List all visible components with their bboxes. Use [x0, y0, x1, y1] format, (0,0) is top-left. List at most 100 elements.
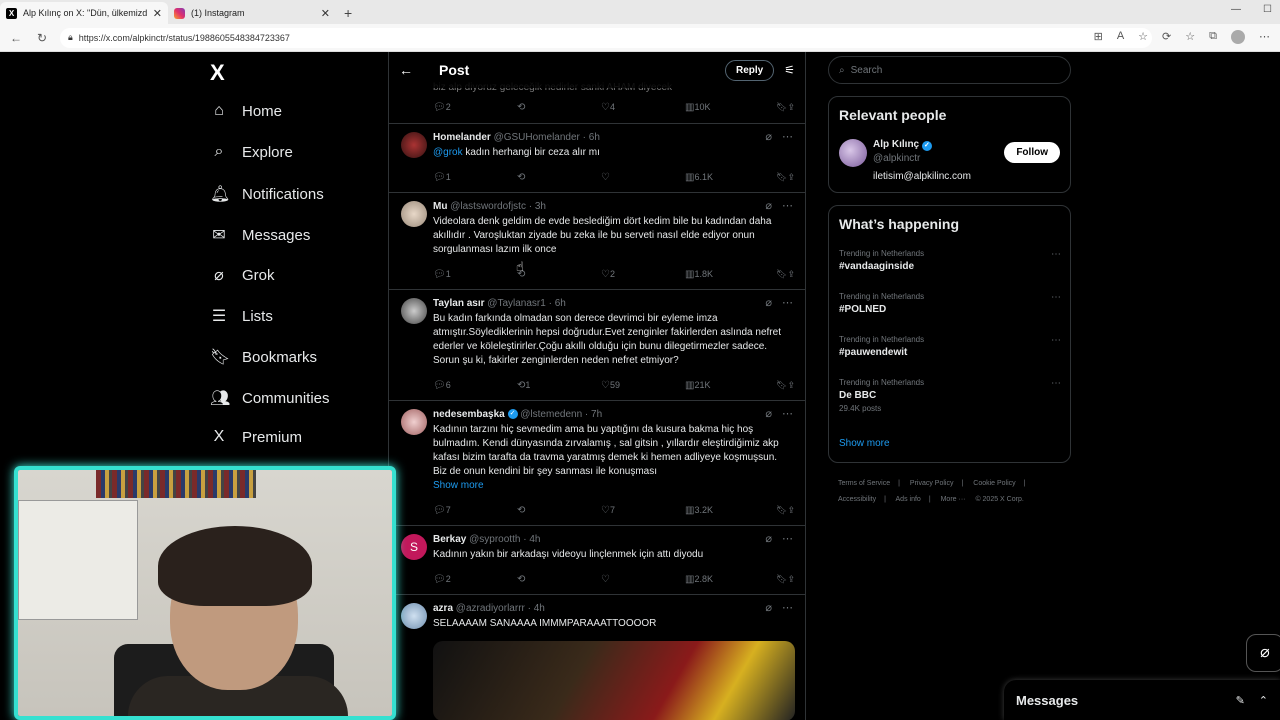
more-icon[interactable]: ⋯ — [1051, 292, 1061, 303]
repost-action[interactable]: ⟲ — [517, 172, 601, 183]
menu-icon[interactable]: ⋯ — [1259, 30, 1270, 44]
like-action[interactable]: ♡59 — [601, 380, 685, 391]
sidebar-item-home[interactable]: ⌂ Home — [210, 102, 282, 120]
sidebar-item-communities[interactable]: 👥︎ Communities — [210, 388, 330, 408]
profile-avatar[interactable] — [1231, 30, 1245, 44]
footer-link[interactable]: Accessibility — [838, 496, 876, 503]
sidebar-item-notifications[interactable]: 🔔︎ Notifications — [210, 184, 324, 204]
grok-icon[interactable]: ⌀ — [765, 199, 772, 212]
avatar[interactable] — [401, 132, 427, 158]
grok-icon[interactable]: ⌀ — [765, 407, 772, 420]
maximize-icon[interactable]: ☐ — [1263, 4, 1272, 15]
close-icon[interactable]: ✕ — [153, 7, 162, 20]
back-arrow-icon[interactable]: ← — [399, 62, 429, 78]
more-icon[interactable]: ⋯ — [1051, 249, 1061, 260]
sidebar-item-lists[interactable]: ☰ Lists — [210, 306, 273, 326]
sidebar-item-messages[interactable]: ✉ Messages — [210, 225, 310, 245]
sidebar-item-bookmarks[interactable]: 🔖︎ Bookmarks — [210, 347, 317, 367]
views-action[interactable]: ▥21K — [685, 380, 769, 391]
back-icon[interactable]: ← — [8, 31, 24, 45]
tweet[interactable]: Taylan asır @Taylanasr1 · 6h ⌀ ⋯ Bu kadın… — [389, 290, 805, 401]
trend-item[interactable]: Trending in Netherlands #vandaaginside ⋯ — [839, 249, 1061, 272]
tweet[interactable]: Mu @lastswordofjstc · 3h ⌀ ⋯ Videolara de… — [389, 193, 805, 290]
footer-link[interactable]: More ··· — [941, 496, 966, 503]
extensions-icon[interactable]: ⟳ — [1162, 30, 1171, 44]
sidebar-item-grok[interactable]: ⌀ Grok — [210, 265, 274, 285]
views-action[interactable]: ▥3.2K — [685, 505, 769, 516]
bookmark-icon[interactable]: 🔖︎ — [776, 172, 787, 183]
reply-action[interactable]: 💬︎6 — [433, 380, 517, 391]
grok-icon[interactable]: ⌀ — [765, 532, 772, 545]
repost-action[interactable]: ⟲ — [517, 505, 601, 516]
tweet-media-image[interactable] — [433, 641, 795, 720]
bookmark-icon[interactable]: 🔖︎ — [776, 380, 787, 391]
footer-link[interactable]: Cookie Policy — [973, 480, 1015, 487]
refresh-icon[interactable]: ↻ — [34, 31, 50, 45]
more-icon[interactable]: ⋯ — [1051, 335, 1061, 346]
favorite-icon[interactable]: ☆ — [1138, 30, 1148, 44]
share-icon[interactable]: ⇪ — [787, 505, 795, 516]
bookmark-icon[interactable]: 🔖︎ — [776, 505, 787, 516]
grok-icon[interactable]: ⌀ — [765, 601, 772, 614]
tweet[interactable]: nedesembaşka ✓ @lstemedenn · 7h ⌀ ⋯ Kadın… — [389, 401, 805, 526]
more-icon[interactable]: ⋯ — [782, 199, 793, 212]
share-icon[interactable]: ⇪ — [787, 102, 795, 113]
like-action[interactable]: ♡ — [601, 172, 685, 183]
collections-icon[interactable]: ⧉ — [1209, 30, 1217, 44]
show-more-link[interactable]: Show more — [839, 438, 890, 449]
url-field[interactable]: 🔒︎ https://x.com/alpkinctr/status/198860… — [60, 27, 1152, 48]
more-icon[interactable]: ⋯ — [782, 296, 793, 309]
tweet[interactable]: Homelander @GSUHomelander · 6h ⌀ ⋯ @grok … — [389, 124, 805, 193]
favorites-bar-icon[interactable]: ☆ — [1185, 30, 1195, 44]
grok-fab-icon[interactable]: ⌀ — [1246, 634, 1280, 672]
browser-tab-instagram[interactable]: (1) Instagram ✕ — [168, 2, 336, 24]
read-aloud-icon[interactable]: A — [1117, 30, 1124, 44]
avatar[interactable] — [401, 201, 427, 227]
reply-action[interactable]: 💬︎1 — [433, 172, 517, 183]
footer-link[interactable]: Ads info — [896, 496, 921, 503]
repost-action[interactable]: ⟲1 — [517, 380, 601, 391]
more-icon[interactable]: ⋯ — [782, 601, 793, 614]
repost-action[interactable]: ⟲ — [517, 269, 601, 280]
more-icon[interactable]: ⋯ — [782, 407, 793, 420]
more-icon[interactable]: ⋯ — [782, 532, 793, 545]
x-logo-icon[interactable]: X — [210, 60, 225, 86]
avatar[interactable] — [401, 298, 427, 324]
follow-button[interactable]: Follow — [1004, 142, 1060, 163]
share-icon[interactable]: ⇪ — [787, 380, 795, 391]
views-action[interactable]: ▥6.1K — [685, 172, 769, 183]
grok-icon[interactable]: ⌀ — [765, 296, 772, 309]
views-action[interactable]: ▥2.8K — [685, 574, 769, 585]
close-icon[interactable]: ✕ — [321, 7, 330, 20]
tweet[interactable]: azra @azradiyorlarrr · 4h ⌀ ⋯ SELAAAAM SA… — [389, 595, 805, 720]
reply-action[interactable]: 💬︎1 — [433, 269, 517, 280]
profile-name[interactable]: Alp Kılınç ✓ — [873, 139, 932, 151]
more-icon[interactable]: ⋯ — [782, 130, 793, 143]
grok-icon[interactable]: ⌀ — [765, 130, 772, 143]
share-icon[interactable]: ⇪ — [787, 269, 795, 280]
messages-dock[interactable]: Messages ✎ ⌃ — [1004, 680, 1280, 720]
sidebar-item-premium[interactable]: X Premium — [210, 428, 302, 446]
avatar[interactable]: S — [401, 534, 427, 560]
bookmark-icon[interactable]: 🔖︎ — [776, 269, 787, 280]
reply-action[interactable]: 💬︎7 — [433, 505, 517, 516]
reply-action[interactable]: 💬︎2 — [433, 574, 517, 585]
avatar[interactable] — [401, 409, 427, 435]
avatar[interactable] — [839, 139, 867, 167]
expand-icon[interactable]: ⌃ — [1259, 694, 1268, 707]
bookmark-icon[interactable]: 🔖︎ — [776, 574, 787, 585]
repost-action[interactable]: ⟲ — [517, 102, 601, 113]
like-action[interactable]: ♡4 — [601, 102, 685, 113]
browser-tab-x[interactable]: X Alp Kılınç on X: "Dün, ülkemizdeki ✕ — [0, 2, 168, 24]
share-icon[interactable]: ⇪ — [787, 172, 795, 183]
sidebar-item-explore[interactable]: ⌕ Explore — [210, 143, 293, 161]
apps-icon[interactable]: ⊞ — [1094, 30, 1103, 44]
tweet[interactable]: S Berkay @syprootth · 4h ⌀ ⋯ Kadının yakı… — [389, 526, 805, 595]
views-action[interactable]: ▥10K — [685, 102, 769, 113]
share-icon[interactable]: ⇪ — [787, 574, 795, 585]
like-action[interactable]: ♡7 — [601, 505, 685, 516]
reply-action[interactable]: 💬︎2 — [433, 102, 517, 113]
new-message-icon[interactable]: ✎ — [1236, 694, 1245, 707]
repost-action[interactable]: ⟲ — [517, 574, 601, 585]
like-action[interactable]: ♡ — [601, 574, 685, 585]
